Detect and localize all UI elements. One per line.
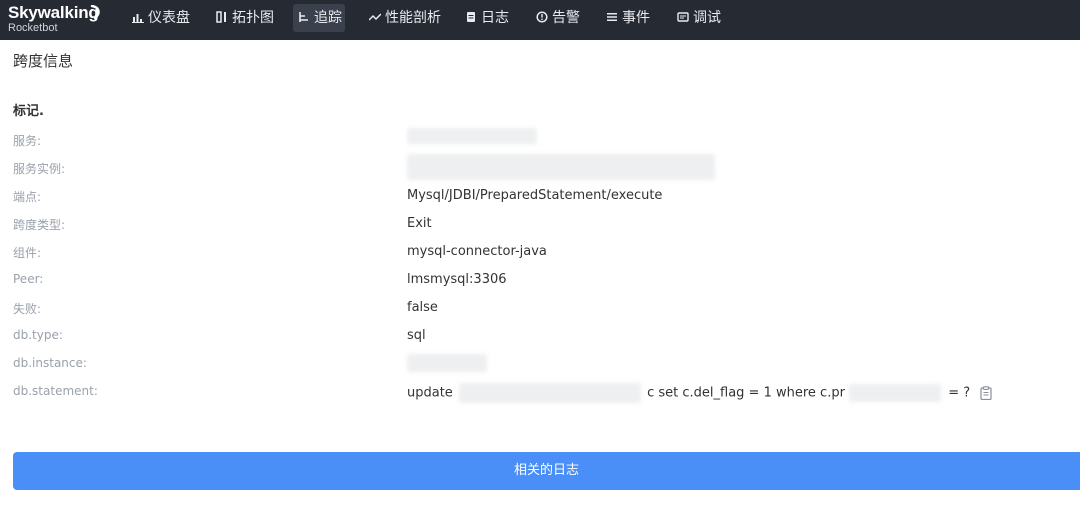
tag-key: 失败: <box>13 302 42 316</box>
nav-item-log[interactable]: 日志 <box>460 4 514 32</box>
tag-row-span-type: 跨度类型: Exit <box>0 210 1080 238</box>
nav-label: 追踪 <box>314 10 342 26</box>
db-statement-value: update c set c.del_flag = 1 where c.pr =… <box>407 383 992 403</box>
tag-key: 跨度类型: <box>13 218 66 232</box>
tag-row-db-instance: db.instance: <box>0 350 1080 378</box>
nav-item-alarm[interactable]: 告警 <box>531 4 585 32</box>
tag-value: lmsmysql:3306 <box>407 272 507 287</box>
nav-label: 拓扑图 <box>232 10 274 26</box>
clipboard-icon[interactable] <box>980 386 992 401</box>
span-info-panel: 跨度信息 标记. 服务: 服务实例: 端点: Mysql/JDBI/Prepar… <box>0 40 1080 515</box>
redacted-block <box>849 384 942 402</box>
redacted-block <box>407 354 487 372</box>
logo-title: Skywalking <box>8 3 99 22</box>
nav-label: 仪表盘 <box>148 10 190 26</box>
nav-item-event[interactable]: 事件 <box>601 4 655 32</box>
tag-row-peer: Peer: lmsmysql:3306 <box>0 266 1080 294</box>
tag-row-db-type: db.type: sql <box>0 322 1080 350</box>
log-icon <box>465 11 477 23</box>
nav-item-trace[interactable]: 追踪 <box>293 4 345 32</box>
tag-row-component: 组件: mysql-connector-java <box>0 238 1080 266</box>
nav-item-profile[interactable]: 性能剖析 <box>364 4 446 32</box>
statement-text: = ? <box>948 385 971 401</box>
nav-label: 性能剖析 <box>385 10 441 26</box>
tag-row-endpoint: 端点: Mysql/JDBI/PreparedStatement/execute <box>0 182 1080 210</box>
redacted-block <box>407 154 715 180</box>
debug-icon <box>677 11 689 23</box>
dashboard-icon <box>132 11 144 23</box>
nav-item-dashboard[interactable]: 仪表盘 <box>127 4 195 32</box>
tags-section-title: 标记. <box>13 104 44 119</box>
nav-label: 事件 <box>622 10 650 26</box>
tag-value: false <box>407 300 438 315</box>
trace-icon <box>298 11 310 23</box>
tag-value-redacted <box>407 154 715 180</box>
tag-key: db.statement: <box>13 384 98 398</box>
tag-row-service-instance: 服务实例: <box>0 154 1080 182</box>
tag-key: db.instance: <box>13 356 87 370</box>
tag-value: mysql-connector-java <box>407 244 547 259</box>
tag-key: 服务: <box>13 134 42 148</box>
redacted-block <box>458 383 641 403</box>
tag-row-service: 服务: <box>0 126 1080 154</box>
tag-value: Mysql/JDBI/PreparedStatement/execute <box>407 188 663 203</box>
alarm-icon <box>536 11 548 23</box>
topology-icon <box>216 11 228 23</box>
statement-text: update <box>407 385 453 401</box>
statement-text: c set c.del_flag = 1 where c.pr <box>647 385 845 401</box>
event-icon <box>606 11 618 23</box>
nav-label: 调试 <box>693 10 721 26</box>
nav-item-topology[interactable]: 拓扑图 <box>211 4 279 32</box>
tag-value: sql <box>407 328 426 343</box>
tag-key: db.type: <box>13 328 63 342</box>
nav-label: 日志 <box>481 10 509 26</box>
page-title: 跨度信息 <box>13 52 74 70</box>
nav-item-debug[interactable]: 调试 <box>672 4 726 32</box>
nav-label: 告警 <box>552 10 580 26</box>
tag-value-redacted <box>407 128 537 144</box>
related-logs-button[interactable]: 相关的日志 <box>13 452 1080 490</box>
logo-subtitle: Rocketbot <box>8 22 58 34</box>
redacted-block <box>407 128 537 144</box>
top-navbar: Skywalking Rocketbot 仪表盘 拓扑图 追踪 性能剖析 日志 … <box>0 0 1080 40</box>
tag-row-db-statement: db.statement: update c set c.del_flag = … <box>0 378 1080 406</box>
tag-value-redacted <box>407 354 487 372</box>
app-logo[interactable]: Skywalking Rocketbot <box>8 3 108 37</box>
tag-row-error: 失败: false <box>0 294 1080 322</box>
tag-key: 端点: <box>13 190 42 204</box>
tag-key: 服务实例: <box>13 162 66 176</box>
profile-icon <box>369 11 381 23</box>
tag-key: 组件: <box>13 246 42 260</box>
logo-swoosh-icon <box>90 5 100 19</box>
tag-key: Peer: <box>13 272 44 286</box>
tag-value: Exit <box>407 216 432 231</box>
